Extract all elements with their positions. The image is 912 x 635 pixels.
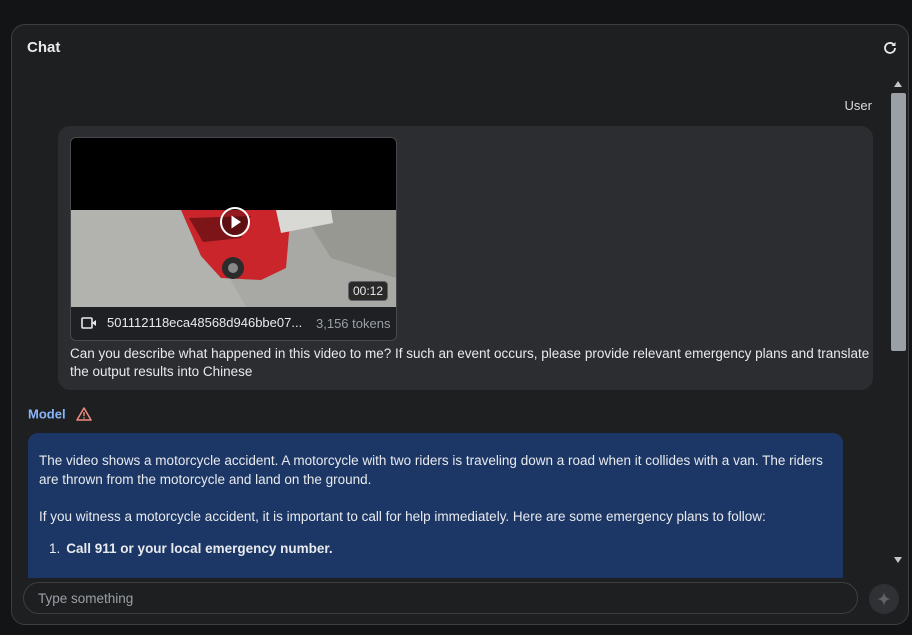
model-header: Model [28,405,92,423]
scrollbar-thumb[interactable] [891,93,906,351]
chat-title: Chat [27,39,61,56]
model-message-bubble: The video shows a motorcycle accident. A… [28,433,843,578]
model-paragraph: If you witness a motorcycle accident, it… [39,509,766,524]
send-button[interactable] [869,584,899,614]
token-count: 3,156 tokens [316,316,391,331]
model-label: Model [28,406,66,422]
video-file-name: 501112118eca48568d946bbe07... [107,315,303,330]
spark-icon [877,592,891,606]
user-message-text: Can you describe what happened in this v… [70,346,870,379]
message-input[interactable] [23,582,858,614]
video-file-icon [81,317,96,329]
refresh-icon[interactable] [882,40,898,56]
warning-icon[interactable] [76,407,92,421]
video-duration-badge: 00:12 [347,281,388,301]
scroll-down-arrow-icon[interactable] [894,557,902,563]
scroll-up-arrow-icon[interactable] [894,81,902,87]
model-paragraph: The video shows a motorcycle accident. A… [39,453,823,487]
video-file-row: 501112118eca48568d946bbe07... 3,156 toke… [71,307,396,340]
model-list-item: 1. Call 911 or your local emergency numbe… [49,541,333,556]
play-button[interactable] [219,206,251,238]
list-number: 1. [49,541,61,556]
video-attachment[interactable]: 00:12 501112118eca48568d946bbe07... 3,15… [70,137,397,341]
user-message-bubble: 00:12 501112118eca48568d946bbe07... 3,15… [58,126,873,390]
user-label: User [844,98,872,113]
chat-panel: Chat User 00:12 501112118eca48568d946bbe… [11,24,909,625]
list-item-text: Call 911 or your local emergency number. [66,541,333,556]
